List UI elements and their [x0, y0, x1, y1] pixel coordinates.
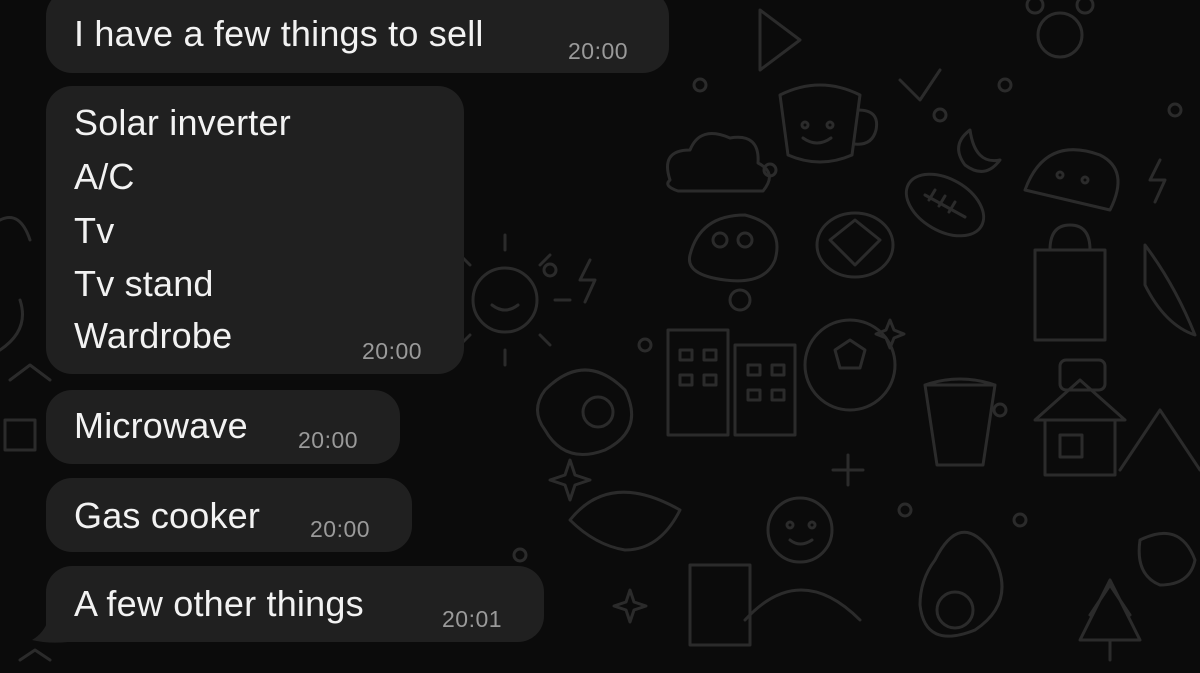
message-text: Microwave — [74, 405, 248, 446]
bubble-tail — [32, 614, 68, 643]
message-text: Tv stand — [74, 263, 214, 304]
message-timestamp: 20:00 — [298, 427, 359, 453]
message-text: Wardrobe — [74, 315, 233, 356]
message-text: I have a few things to sell — [74, 13, 484, 54]
message-text: Solar inverter — [74, 102, 291, 143]
message-timestamp: 20:00 — [568, 38, 629, 64]
message-bubble[interactable]: A few other things 20:01 — [46, 566, 544, 642]
message-text: A/C — [74, 156, 135, 197]
message-bubble[interactable]: I have a few things to sell 20:00 — [46, 0, 669, 73]
message-bubble[interactable]: Gas cooker 20:00 — [46, 478, 412, 552]
message-timestamp: 20:01 — [442, 606, 503, 632]
message-bubble[interactable]: Microwave 20:00 — [46, 390, 400, 464]
message-timestamp: 20:00 — [310, 516, 371, 542]
message-text: A few other things — [74, 583, 364, 624]
message-text: Tv — [74, 210, 115, 251]
message-bubble[interactable]: Solar inverter A/C Tv Tv stand Wardrobe … — [46, 86, 464, 374]
chat-thread: I have a few things to sell 20:00 Solar … — [0, 0, 1200, 673]
message-text: Gas cooker — [74, 495, 261, 536]
message-timestamp: 20:00 — [362, 338, 423, 364]
